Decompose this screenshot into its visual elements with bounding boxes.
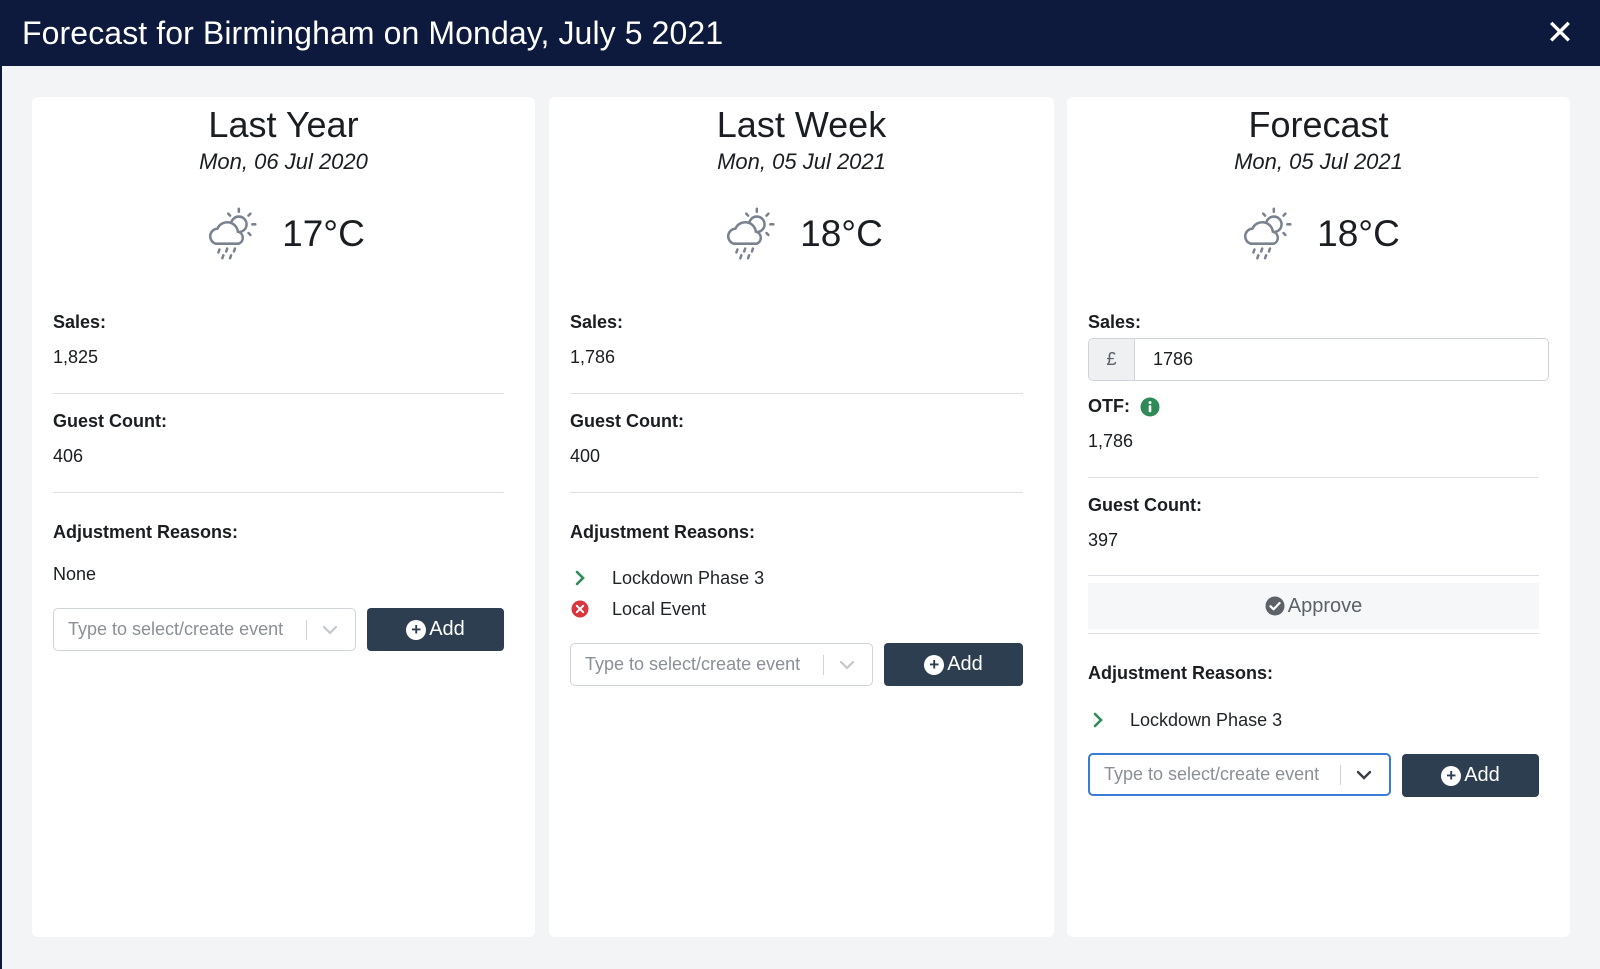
approve-button[interactable]: Approve: [1088, 583, 1539, 629]
plus-circle-icon: +: [924, 654, 945, 675]
divider: [1088, 633, 1539, 634]
card-title: Forecast: [1248, 104, 1389, 145]
add-button-label: Add: [1464, 764, 1500, 786]
temperature: 17°C: [282, 213, 365, 254]
chevron-down-icon[interactable]: [1351, 762, 1377, 788]
weather-summary: 17°C: [53, 199, 514, 269]
last-year-card: Last Year Mon, 06 Jul 2020 17°C Sales: 1…: [32, 97, 535, 937]
add-button-label: Add: [429, 618, 465, 640]
divider: [1088, 477, 1539, 478]
guest-count-label: Guest Count:: [570, 411, 684, 431]
reason-label: Lockdown Phase 3: [1130, 709, 1283, 730]
card-title: Last Year: [208, 104, 359, 145]
add-event-button[interactable]: + Add: [367, 608, 504, 651]
event-select[interactable]: Type to select/create event: [570, 643, 873, 686]
sales-input[interactable]: [1135, 339, 1548, 380]
select-separator: [823, 654, 824, 675]
modal-title: Forecast for Birmingham on Monday, July …: [22, 14, 724, 51]
approve-label: Approve: [1287, 594, 1363, 617]
last-week-card: Last Week Mon, 05 Jul 2021 18°C Sales: 1…: [549, 97, 1054, 937]
adjustment-reasons-label: Adjustment Reasons:: [1088, 663, 1274, 683]
chevron-right-icon[interactable]: [1088, 710, 1108, 730]
adjustment-reason-item[interactable]: Lockdown Phase 3: [1088, 705, 1282, 735]
reason-label: Lockdown Phase 3: [612, 567, 765, 588]
card-date: Mon, 06 Jul 2020: [199, 149, 368, 174]
select-separator: [1340, 764, 1341, 785]
sales-label: Sales:: [570, 312, 624, 332]
divider: [570, 492, 1023, 493]
remove-circle-icon[interactable]: [570, 599, 590, 619]
cloud-sun-rain-icon: [727, 207, 775, 260]
chevron-right-icon[interactable]: [570, 568, 590, 588]
plus-circle-icon: +: [1441, 765, 1462, 786]
otf-label-row: OTF:: [1088, 396, 1160, 417]
weather-summary: 18°C: [1088, 199, 1549, 269]
select-separator: [306, 619, 307, 640]
otf-label: OTF:: [1088, 396, 1130, 416]
sales-value: 1,786: [570, 347, 616, 367]
sales-input-group: £: [1088, 338, 1549, 381]
reason-label: Local Event: [612, 598, 707, 619]
plus-circle-icon: +: [406, 619, 427, 640]
divider: [1088, 575, 1539, 576]
guest-count-value: 397: [1088, 530, 1119, 550]
sales-label: Sales:: [1088, 312, 1142, 332]
card-date: Mon, 05 Jul 2021: [1234, 149, 1403, 174]
card-date: Mon, 05 Jul 2021: [717, 149, 886, 174]
sales-label: Sales:: [53, 312, 107, 332]
weather-summary: 18°C: [570, 199, 1033, 269]
modal-header: Forecast for Birmingham on Monday, July …: [2, 0, 1600, 66]
otf-value: 1,786: [1088, 431, 1134, 451]
temperature: 18°C: [1317, 213, 1400, 254]
temperature: 18°C: [800, 213, 883, 254]
adjustment-reasons-label: Adjustment Reasons:: [53, 522, 239, 542]
info-icon[interactable]: [1140, 397, 1160, 417]
adjustment-reason-item[interactable]: Local Event: [570, 594, 706, 624]
comparison-columns: Last Year Mon, 06 Jul 2020 17°C Sales: 1…: [2, 97, 1600, 939]
close-icon[interactable]: ✕: [1540, 13, 1580, 53]
guest-count-label: Guest Count:: [53, 411, 167, 431]
event-select-placeholder: Type to select/create event: [1104, 764, 1320, 784]
add-event-button[interactable]: + Add: [884, 643, 1023, 686]
event-select-placeholder: Type to select/create event: [68, 619, 284, 639]
sales-value: 1,825: [53, 347, 99, 367]
add-event-button[interactable]: + Add: [1402, 754, 1539, 797]
adjustment-reason-item[interactable]: Lockdown Phase 3: [570, 563, 764, 593]
forecast-card: Forecast Mon, 05 Jul 2021 18°C Sales: £ …: [1067, 97, 1570, 937]
check-circle-icon: [1265, 596, 1285, 616]
guest-count-value: 400: [570, 446, 601, 466]
guest-count-label: Guest Count:: [1088, 495, 1202, 515]
currency-prefix: £: [1089, 339, 1135, 380]
divider: [570, 393, 1023, 394]
card-title: Last Week: [716, 104, 887, 145]
forecast-modal: Forecast for Birmingham on Monday, July …: [0, 0, 1600, 969]
guest-count-value: 406: [53, 446, 84, 466]
divider: [53, 393, 504, 394]
reasons-none: None: [53, 564, 97, 584]
chevron-down-icon[interactable]: [834, 652, 860, 678]
adjustment-reasons-label: Adjustment Reasons:: [570, 522, 756, 542]
event-select[interactable]: Type to select/create event: [1088, 753, 1391, 796]
add-button-label: Add: [947, 653, 983, 675]
event-select-placeholder: Type to select/create event: [585, 654, 801, 674]
event-select[interactable]: Type to select/create event: [53, 608, 356, 651]
chevron-down-icon[interactable]: [317, 617, 343, 643]
cloud-sun-rain-icon: [1244, 207, 1292, 260]
cloud-sun-rain-icon: [209, 207, 257, 260]
divider: [53, 492, 504, 493]
